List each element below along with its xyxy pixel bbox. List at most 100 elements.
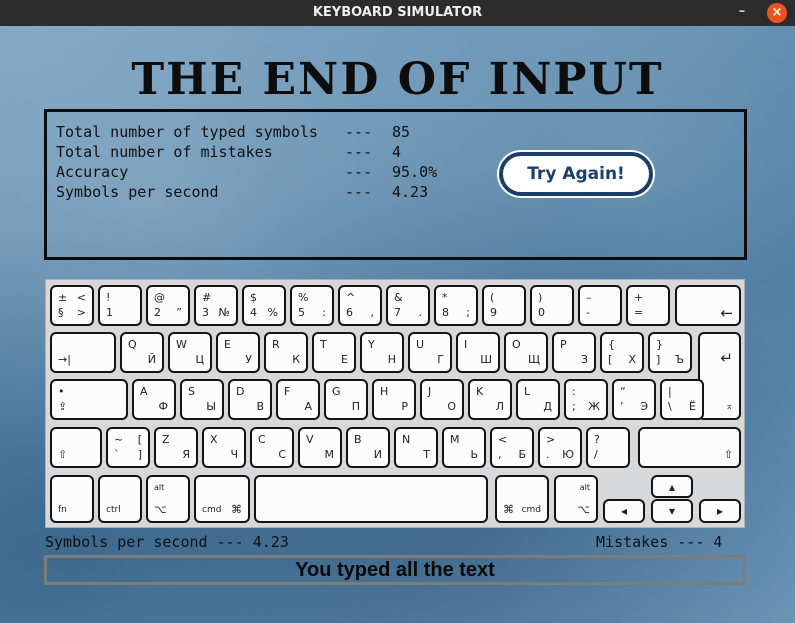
key-e[interactable]: E У xyxy=(216,332,260,373)
key-r[interactable]: R К xyxy=(264,332,308,373)
key-caps-lock[interactable]: • ⇪ xyxy=(50,379,128,420)
key-p[interactable]: P З xyxy=(552,332,596,373)
key-bracket-left[interactable]: { [ Х xyxy=(600,332,644,373)
key-legend: М xyxy=(324,448,335,461)
key-fn[interactable]: fn xyxy=(50,475,94,523)
key-m[interactable]: M Ь xyxy=(442,427,486,468)
key-bracket-right[interactable]: } ] Ъ xyxy=(648,332,692,373)
window-titlebar: KEYBOARD SIMULATOR – × xyxy=(0,0,795,26)
key-b[interactable]: B И xyxy=(346,427,390,468)
stats-panel: Total number of typed symbols --- 85 Tot… xyxy=(44,109,747,260)
key-legend: K xyxy=(476,385,484,398)
key-alt-right[interactable]: alt ⌥ xyxy=(554,475,598,523)
key-enter[interactable]: ↵ ⌅ xyxy=(698,332,741,420)
key-z[interactable]: Z Я xyxy=(154,427,198,468)
key-6[interactable]: ^ 6 , xyxy=(338,285,382,326)
stat-separator: --- xyxy=(345,123,373,141)
key-y[interactable]: Y Н xyxy=(360,332,404,373)
key-k[interactable]: K Л xyxy=(468,379,512,420)
key-ctrl[interactable]: ctrl xyxy=(98,475,142,523)
key-1[interactable]: ! 1 xyxy=(98,285,142,326)
key-legend: B xyxy=(354,433,362,446)
key-o[interactable]: O Щ xyxy=(504,332,548,373)
key-legend: Y xyxy=(368,338,375,351)
key-7[interactable]: & 7 . xyxy=(386,285,430,326)
key-legend: Ч xyxy=(230,448,238,461)
key-legend: { xyxy=(608,338,615,351)
key-t[interactable]: T Е xyxy=(312,332,356,373)
key-s[interactable]: S Ы xyxy=(180,379,224,420)
key-d[interactable]: D В xyxy=(228,379,272,420)
key-backslash[interactable]: | \ Ё xyxy=(660,379,704,420)
key-cmd-right[interactable]: ⌘ cmd xyxy=(495,475,549,523)
key-w[interactable]: W Ц xyxy=(168,332,212,373)
key-arrow-right[interactable]: ▸ xyxy=(699,499,741,523)
key-comma[interactable]: < , Б xyxy=(490,427,534,468)
key-backtick[interactable]: ~ ` [ ] xyxy=(106,427,150,468)
key-a[interactable]: A Ф xyxy=(132,379,176,420)
key-legend: Е xyxy=(341,353,348,366)
key-legend: J xyxy=(428,385,432,398)
key-x[interactable]: X Ч xyxy=(202,427,246,468)
key-shift-left[interactable]: ⇧ xyxy=(50,427,102,468)
key-2[interactable]: @ 2 ” xyxy=(146,285,190,326)
key-f[interactable]: F А xyxy=(276,379,320,420)
key-legend: Ь xyxy=(470,448,478,461)
close-button[interactable]: × xyxy=(767,3,787,23)
key-c[interactable]: C С xyxy=(250,427,294,468)
key-j[interactable]: J О xyxy=(420,379,464,420)
key-backspace[interactable]: ← xyxy=(675,285,741,326)
key-legend: Н xyxy=(387,353,396,366)
minimize-button[interactable]: – xyxy=(732,0,752,26)
key-legend: 3 xyxy=(202,306,209,319)
key-n[interactable]: N Т xyxy=(394,427,438,468)
stat-label: Symbols per second xyxy=(56,183,219,201)
key-legend: Ё xyxy=(689,400,696,413)
stat-label: Total number of mistakes xyxy=(56,143,273,161)
key-9[interactable]: ( 9 xyxy=(482,285,526,326)
try-again-button[interactable]: Try Again! xyxy=(499,152,653,196)
key-cmd-left[interactable]: cmd ⌘ xyxy=(194,475,250,523)
key-g[interactable]: G П xyxy=(324,379,368,420)
key-legend: R xyxy=(272,338,280,351)
key-l[interactable]: L Д xyxy=(516,379,560,420)
key-5[interactable]: % 5 : xyxy=(290,285,334,326)
key-alt-left[interactable]: alt ⌥ xyxy=(146,475,190,523)
stat-symbols-per-second: Symbols per second --- 4.23 xyxy=(56,183,428,203)
key-legend: С xyxy=(278,448,286,461)
key-semicolon[interactable]: : ; Ж xyxy=(564,379,608,420)
key-quote[interactable]: “ ’ Э xyxy=(612,379,656,420)
key-space[interactable] xyxy=(254,475,488,523)
key-8[interactable]: * 8 ; xyxy=(434,285,478,326)
key-minus[interactable]: – - xyxy=(578,285,622,326)
key-legend: # xyxy=(202,291,212,304)
key-legend: L xyxy=(524,385,531,398)
key-4[interactable]: $ 4 % xyxy=(242,285,286,326)
key-0[interactable]: ) 0 xyxy=(530,285,574,326)
key-legend: “ xyxy=(620,385,626,398)
key-3[interactable]: # 3 № xyxy=(194,285,238,326)
key-i[interactable]: I Ш xyxy=(456,332,500,373)
headline: THE END OF INPUT xyxy=(131,54,664,105)
key-section[interactable]: ± § < > xyxy=(50,285,94,326)
key-shift-right[interactable]: ⇧ xyxy=(638,427,741,468)
backspace-icon: ← xyxy=(720,304,733,322)
key-u[interactable]: U Г xyxy=(408,332,452,373)
key-q[interactable]: Q Й xyxy=(120,332,164,373)
key-legend: fn xyxy=(58,505,67,515)
key-h[interactable]: H Р xyxy=(372,379,416,420)
key-legend: U xyxy=(416,338,425,351)
key-legend: , xyxy=(498,448,502,461)
key-legend: ; xyxy=(466,306,470,319)
key-legend: А xyxy=(304,400,312,413)
key-tab[interactable]: →| xyxy=(50,332,116,373)
app-content: THE END OF INPUT Total number of typed s… xyxy=(0,26,795,623)
key-v[interactable]: V М xyxy=(298,427,342,468)
key-legend: & xyxy=(394,291,403,304)
key-slash[interactable]: ? / xyxy=(586,427,630,468)
key-arrow-up[interactable]: ▴ xyxy=(651,475,693,498)
key-arrow-left[interactable]: ◂ xyxy=(603,499,645,523)
key-arrow-down[interactable]: ▾ xyxy=(651,499,693,523)
key-equals[interactable]: + = xyxy=(626,285,670,326)
key-period[interactable]: > . Ю xyxy=(538,427,582,468)
